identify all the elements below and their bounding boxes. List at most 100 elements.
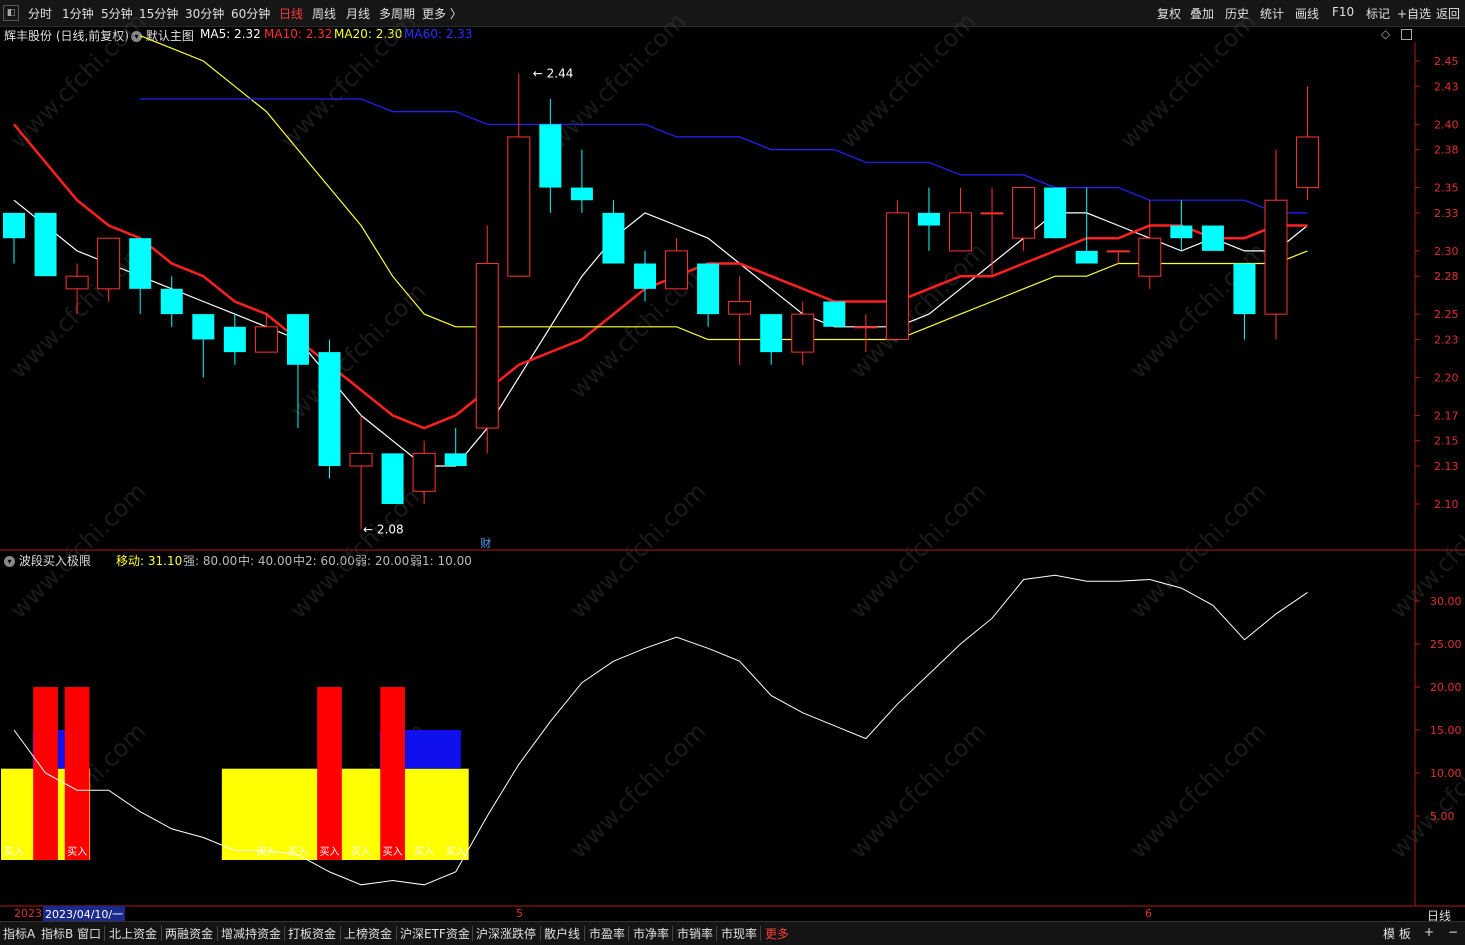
price-tick-label: 2.45	[1434, 55, 1459, 68]
tab-pcf[interactable]: 市现率	[721, 925, 757, 942]
low-price-label: ← 2.08	[363, 522, 404, 536]
buy-label: 买入	[67, 846, 87, 858]
watermark-text: www.cfchi.com	[844, 477, 991, 624]
tab-holding-change[interactable]: 增减持资金	[221, 925, 281, 942]
tab-limit-up-funds[interactable]: 打板资金	[288, 925, 336, 942]
candle-body	[823, 301, 846, 327]
candle-body	[1201, 225, 1224, 251]
sub-tick-label: 5.00	[1430, 810, 1455, 823]
red-bar	[317, 687, 342, 860]
divider	[161, 926, 162, 941]
tab-etf-funds[interactable]: 沪深ETF资金	[400, 925, 470, 942]
date-start: 2023	[14, 907, 42, 920]
candle-body	[1296, 136, 1320, 189]
tab-indicator-b[interactable]: 指标B	[41, 925, 73, 942]
candle-body	[97, 237, 121, 290]
zoom-in-button[interactable]: +	[1424, 925, 1434, 939]
candle-body	[760, 314, 783, 353]
tab-pe[interactable]: 市盈率	[589, 925, 625, 942]
candle-body	[65, 275, 89, 290]
watermark-text: www.cfchi.com	[284, 477, 431, 624]
cursor-date: 2023/04/10/一	[43, 906, 126, 922]
template-button[interactable]: 模 板	[1383, 925, 1411, 942]
price-tick-label: 2.40	[1434, 118, 1459, 131]
sub-tick-label: 25.00	[1430, 638, 1462, 651]
candle-body	[444, 453, 467, 467]
price-tick-label: 2.30	[1434, 245, 1459, 258]
watermark-text: www.cfchi.com	[544, 7, 691, 154]
candle-body	[980, 212, 1004, 215]
tab-window[interactable]: 窗口	[77, 925, 101, 942]
ma20-line	[139, 35, 1308, 341]
candle-body	[917, 212, 940, 226]
price-tick-label: 2.10	[1434, 498, 1459, 511]
price-tick-label: 2.35	[1434, 182, 1459, 195]
price-tick-label: 2.38	[1434, 144, 1459, 157]
candle-body	[1138, 237, 1162, 277]
divider	[104, 926, 105, 941]
buy-label: 买入	[446, 846, 466, 858]
watermark-text: www.cfchi.com	[274, 7, 421, 154]
candle-body	[728, 300, 752, 315]
watermark-text: www.cfchi.com	[564, 477, 711, 624]
red-bar	[64, 687, 90, 860]
tab-more[interactable]: 更多	[765, 925, 789, 942]
divider	[217, 926, 218, 941]
price-tick-label: 2.17	[1434, 409, 1459, 422]
date-axis: 2023 2023/04/10/一 5 6	[0, 906, 1415, 922]
candle-body	[665, 250, 689, 290]
watermark-text: www.cfchi.com	[1384, 717, 1465, 864]
tab-indicator-a[interactable]: 指标A	[3, 925, 35, 942]
price-tick-label: 2.33	[1434, 207, 1459, 220]
kline-chart[interactable]: www.cfchi.com www.cfchi.com www.cfchi.com w…	[0, 0, 1465, 944]
price-tick-label: 2.28	[1434, 270, 1459, 283]
zoom-out-button[interactable]: −	[1448, 925, 1458, 939]
tab-pb[interactable]: 市净率	[633, 925, 669, 942]
divider	[540, 926, 541, 941]
candle-body	[539, 124, 562, 188]
tab-retail-line[interactable]: 散户线	[544, 925, 580, 942]
buy-label: 买入	[414, 846, 434, 858]
finance-marker: 财	[480, 536, 491, 550]
buy-label: 买入	[383, 846, 403, 858]
buy-label: 买入	[288, 846, 308, 858]
tab-northbound[interactable]: 北上资金	[109, 925, 157, 942]
watermark-text: www.cfchi.com	[4, 7, 151, 154]
watermark-text: www.cfchi.com	[4, 477, 151, 624]
buy-label: 买入	[4, 846, 24, 858]
candle-body	[1264, 199, 1288, 315]
sub-tick-label: 30.00	[1430, 595, 1462, 608]
tab-limit-stats[interactable]: 沪深涨跌停	[476, 925, 536, 942]
red-bar	[380, 687, 405, 860]
candle-body	[1233, 263, 1256, 315]
candle-body	[791, 313, 815, 353]
watermark-text: www.cfchi.com	[1124, 717, 1271, 864]
ma10-line	[13, 123, 1308, 430]
candle-body	[475, 263, 499, 429]
candle-body	[129, 238, 152, 289]
price-tick-label: 2.23	[1434, 333, 1459, 346]
candle-body	[254, 326, 278, 353]
candle-body	[3, 212, 25, 239]
tab-margin[interactable]: 两融资金	[165, 925, 213, 942]
tab-top-list-funds[interactable]: 上榜资金	[344, 925, 392, 942]
move-line	[13, 574, 1308, 886]
candle-body	[1044, 187, 1067, 239]
price-tick-label: 2.20	[1434, 371, 1459, 384]
price-tick-label: 2.43	[1434, 80, 1459, 93]
indicator-tab-bar: 指标A 指标B 窗口 北上资金 两融资金 增减持资金 打板资金 上榜资金 沪深E…	[0, 921, 1465, 945]
divider	[760, 926, 761, 941]
candle-body	[412, 452, 436, 492]
candle-body	[381, 453, 404, 504]
price-tick-label: 2.15	[1434, 435, 1459, 448]
divider	[584, 926, 585, 941]
candle-body	[160, 288, 183, 315]
divider	[716, 926, 717, 941]
price-tick-label: 2.25	[1434, 308, 1459, 321]
divider	[472, 926, 473, 941]
high-price-label: ← 2.44	[533, 67, 574, 81]
divider	[284, 926, 285, 941]
tab-ps[interactable]: 市销率	[677, 925, 713, 942]
watermark-text: www.cfchi.com	[844, 717, 991, 864]
candle-body	[1012, 187, 1036, 239]
